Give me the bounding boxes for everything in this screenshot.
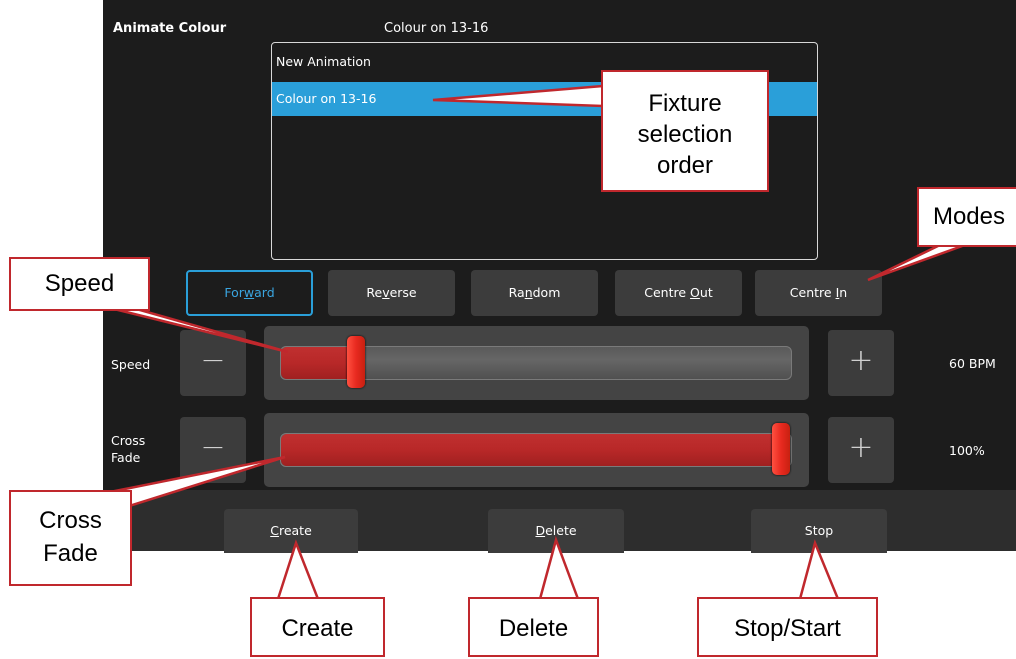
delete-callout: Delete [468, 597, 599, 657]
fixture-selection-callout: Fixture selection order [601, 70, 769, 192]
crossfade-callout: Cross Fade [9, 490, 132, 586]
speed-callout-pointer [109, 306, 289, 354]
modes-callout-pointer [867, 243, 966, 282]
stop-callout-pointer [798, 539, 840, 601]
modes-callout: Modes [917, 187, 1016, 247]
delete-callout-pointer [538, 535, 580, 601]
stopstart-callout: Stop/Start [697, 597, 878, 657]
speed-callout: Speed [9, 257, 150, 311]
fixture-callout-pointer [432, 84, 605, 108]
crossfade-callout-pointer [108, 455, 286, 514]
create-callout-pointer [276, 539, 320, 601]
callout-pointers [108, 84, 966, 601]
create-callout: Create [250, 597, 385, 657]
